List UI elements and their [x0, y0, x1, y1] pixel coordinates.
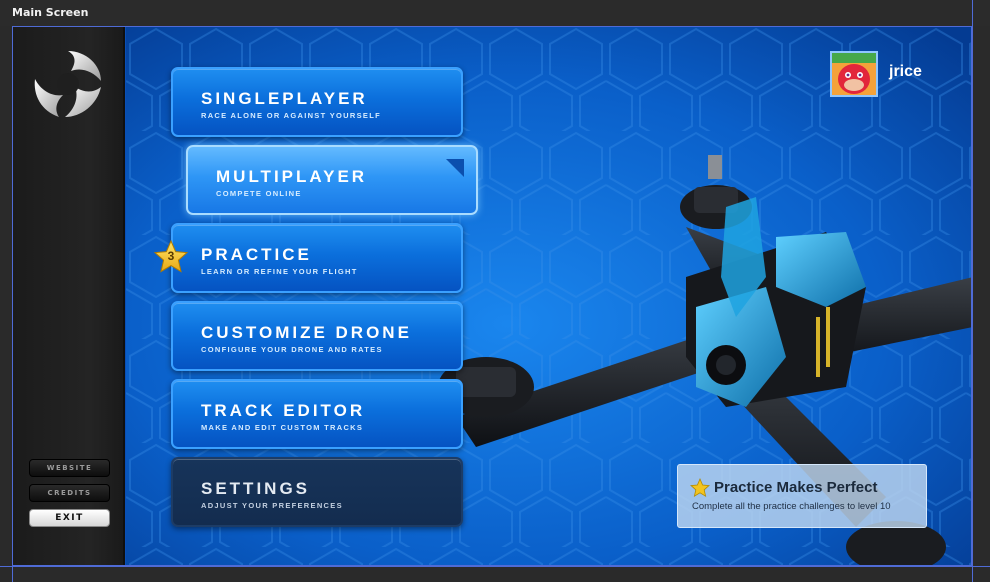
- sidebar: WEBSITE CREDITS EXIT: [13, 27, 125, 565]
- track-editor-label: TRACK EDITOR: [201, 401, 366, 420]
- practice-star-badge: 3: [153, 239, 189, 275]
- settings-label: SETTINGS: [201, 479, 311, 498]
- singleplayer-subtitle: RACE ALONE OR AGAINST YOURSELF: [201, 111, 381, 120]
- singleplayer-button[interactable]: SINGLEPLAYER RACE ALONE OR AGAINST YOURS…: [171, 67, 463, 137]
- title-bar: Main Screen: [0, 0, 990, 26]
- track-editor-subtitle: MAKE AND EDIT CUSTOM TRACKS: [201, 423, 364, 432]
- achievement-toast: Practice Makes Perfect Complete all the …: [677, 464, 927, 528]
- settings-button[interactable]: SETTINGS ADJUST YOUR PREFERENCES: [171, 457, 463, 527]
- practice-label: PRACTICE: [201, 245, 312, 264]
- website-button[interactable]: WEBSITE: [29, 459, 110, 477]
- customize-drone-label: CUSTOMIZE DRONE: [201, 323, 412, 342]
- avatar-image: [832, 53, 876, 95]
- multiplayer-subtitle: COMPETE ONLINE: [216, 189, 302, 198]
- guide-line-bottom: [0, 566, 990, 567]
- track-editor-button[interactable]: TRACK EDITOR MAKE AND EDIT CUSTOM TRACKS: [171, 379, 463, 449]
- practice-button[interactable]: PRACTICE LEARN OR REFINE YOUR FLIGHT: [171, 223, 463, 293]
- customize-drone-subtitle: CONFIGURE YOUR DRONE AND RATES: [201, 345, 383, 354]
- logo-icon: [34, 51, 101, 117]
- practice-subtitle: LEARN OR REFINE YOUR FLIGHT: [201, 267, 358, 276]
- settings-subtitle: ADJUST YOUR PREFERENCES: [201, 501, 343, 510]
- main-screen: WEBSITE CREDITS EXIT SINGLEPLAYER RACE A…: [12, 26, 972, 566]
- singleplayer-label: SINGLEPLAYER: [201, 89, 368, 108]
- multiplayer-label: MULTIPLAYER: [216, 167, 368, 186]
- achievement-title: Practice Makes Perfect: [714, 479, 878, 496]
- achievement-description: Complete all the practice challenges to …: [692, 501, 891, 512]
- multiplayer-button[interactable]: MULTIPLAYER COMPETE ONLINE: [186, 145, 478, 215]
- customize-drone-button[interactable]: CUSTOMIZE DRONE CONFIGURE YOUR DRONE AND…: [171, 301, 463, 371]
- selected-corner-icon: [446, 159, 464, 177]
- credits-button[interactable]: CREDITS: [29, 484, 110, 502]
- practice-badge-count: 3: [167, 249, 175, 263]
- guide-line-right: [972, 0, 973, 582]
- star-icon: [690, 478, 710, 498]
- avatar[interactable]: [830, 51, 878, 97]
- window-title: Main Screen: [12, 6, 89, 19]
- username: jrice: [889, 63, 922, 80]
- exit-button[interactable]: EXIT: [29, 509, 110, 527]
